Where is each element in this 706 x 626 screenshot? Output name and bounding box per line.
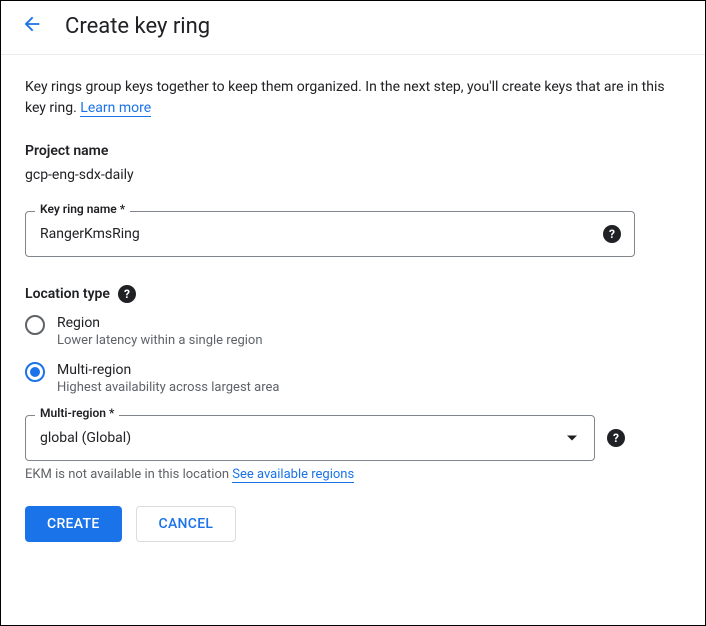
multi-region-select[interactable]: global (Global) [25, 415, 595, 461]
back-arrow-icon[interactable] [21, 13, 43, 40]
radio-option-multi-region[interactable]: Multi-region Highest availability across… [25, 362, 681, 395]
see-available-regions-link[interactable]: See available regions [232, 467, 354, 483]
help-icon[interactable]: ? [118, 285, 136, 303]
project-name-label: Project name [25, 143, 681, 159]
create-button[interactable]: Create [25, 506, 122, 542]
radio-button[interactable] [25, 362, 45, 382]
project-name-value: gcp-eng-sdx-daily [25, 167, 681, 183]
multi-region-field: Multi-region * global (Global) ? [25, 415, 635, 461]
radio-description: Lower latency within a single region [57, 333, 263, 348]
radio-button[interactable] [25, 315, 45, 335]
radio-description: Highest availability across largest area [57, 380, 279, 395]
key-ring-name-label: Key ring name * [35, 202, 130, 216]
multi-region-helper: EKM is not available in this location Se… [25, 467, 681, 482]
description-text: Key rings group keys together to keep th… [25, 77, 681, 119]
cancel-button[interactable]: Cancel [136, 506, 237, 542]
button-row: Create Cancel [25, 506, 681, 542]
multi-region-value: global (Global) [40, 430, 131, 446]
help-icon[interactable]: ? [603, 225, 621, 243]
radio-title: Region [57, 315, 263, 331]
radio-title: Multi-region [57, 362, 279, 378]
radio-option-region[interactable]: Region Lower latency within a single reg… [25, 315, 681, 348]
multi-region-label: Multi-region * [35, 406, 119, 420]
key-ring-name-input[interactable] [25, 211, 635, 257]
key-ring-name-field: Key ring name * ? [25, 211, 635, 257]
help-icon[interactable]: ? [607, 429, 625, 447]
learn-more-link[interactable]: Learn more [80, 100, 151, 117]
page-title: Create key ring [65, 14, 210, 39]
helper-text-body: EKM is not available in this location [25, 467, 232, 482]
content-area: Key rings group keys together to keep th… [1, 55, 705, 564]
location-type-header: Location type ? [25, 285, 681, 303]
page-header: Create key ring [1, 1, 705, 55]
location-type-radio-group: Region Lower latency within a single reg… [25, 315, 681, 395]
location-type-label: Location type [25, 286, 110, 302]
